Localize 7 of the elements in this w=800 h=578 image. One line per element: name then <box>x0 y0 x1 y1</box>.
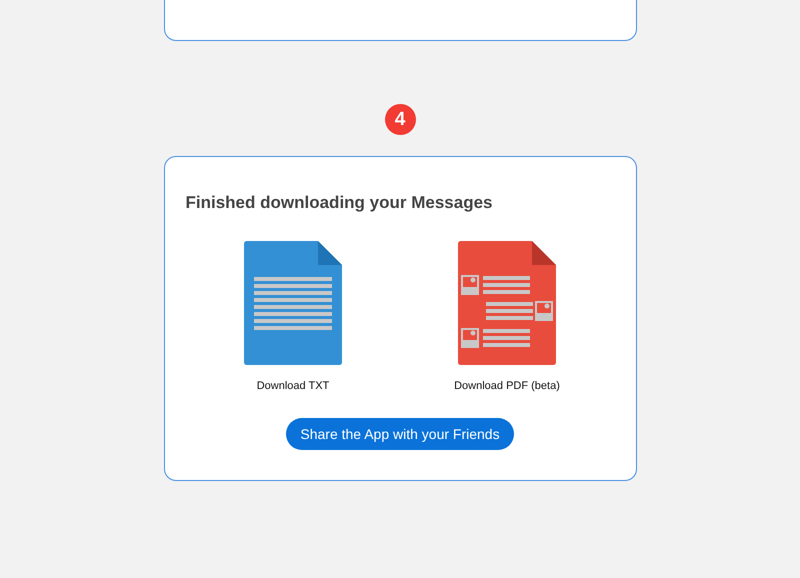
card-title: Finished downloading your Messages <box>186 193 492 213</box>
pdf-file-icon[interactable] <box>458 241 556 365</box>
share-button[interactable]: Share the App with your Friends <box>286 418 514 450</box>
download-link[interactable]: Download TXT <box>256 380 330 392</box>
step-badge: 4 <box>384 104 416 135</box>
download-link[interactable]: Download PDF (beta) <box>454 380 560 392</box>
text-file-icon[interactable] <box>244 241 342 365</box>
